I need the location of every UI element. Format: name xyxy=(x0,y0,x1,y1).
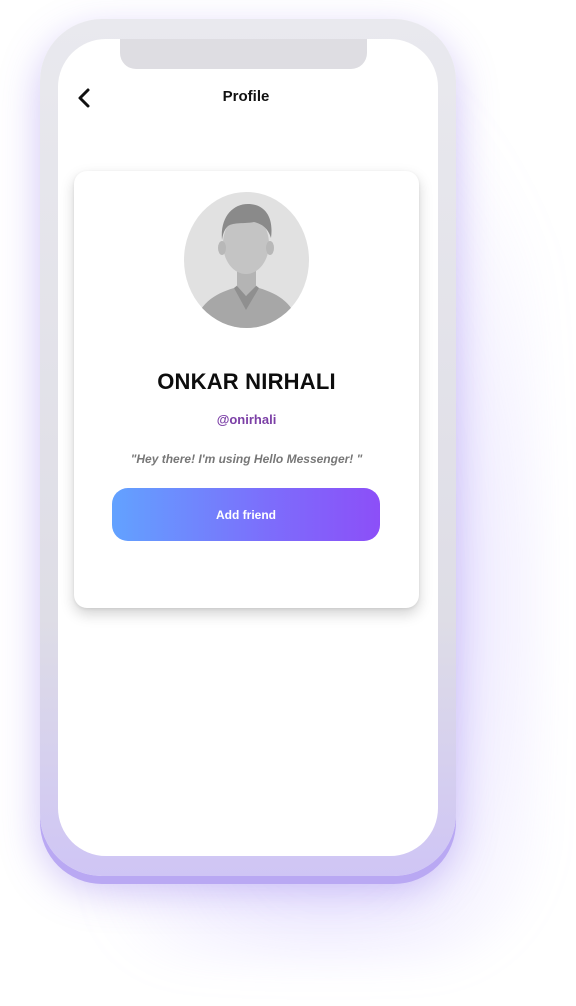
avatar xyxy=(184,192,309,328)
phone-screen: Profile ONKAR NIRHALI @onirhali "Hey the… xyxy=(58,39,438,856)
default-user-avatar-icon xyxy=(194,204,299,328)
stage: Profile ONKAR NIRHALI @onirhali "Hey the… xyxy=(0,0,576,1006)
profile-name: ONKAR NIRHALI xyxy=(157,369,336,394)
phone-frame: Profile ONKAR NIRHALI @onirhali "Hey the… xyxy=(40,19,456,876)
profile-card: ONKAR NIRHALI @onirhali "Hey there! I'm … xyxy=(74,171,419,608)
page-title: Profile xyxy=(222,88,270,105)
phone-notch xyxy=(120,39,367,69)
add-friend-button[interactable]: Add friend xyxy=(112,488,380,541)
profile-status: "Hey there! I'm using Hello Messenger! " xyxy=(130,452,363,466)
top-bar: Profile xyxy=(58,83,438,113)
profile-handle: @onirhali xyxy=(216,412,277,427)
